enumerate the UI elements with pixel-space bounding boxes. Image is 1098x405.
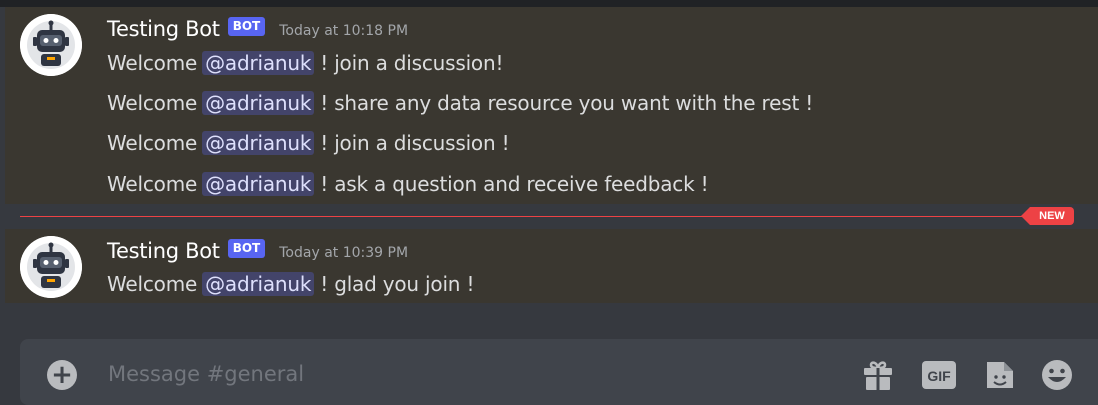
message-group: Testing Bot BOT Today at 10:18 PM Welcom…: [5, 7, 1098, 204]
message-group: Testing Bot BOT Today at 10:39 PM Welcom…: [5, 229, 1098, 303]
user-mention[interactable]: @adrianuk: [202, 91, 315, 115]
message-text: ! share any data resource you want with …: [320, 91, 814, 115]
robot-avatar-icon: [20, 14, 82, 76]
message-line: Welcome @adrianuk ! glad you join !: [107, 269, 474, 299]
robot-avatar-icon: [20, 236, 82, 298]
message-line: Welcome @adrianuk ! share any data resou…: [107, 88, 813, 118]
timestamp: Today at 10:18 PM: [279, 23, 409, 39]
gift-icon[interactable]: [861, 358, 895, 392]
username[interactable]: Testing Bot: [107, 239, 220, 263]
message-text: ! glad you join !: [320, 272, 475, 296]
message-line: Welcome @adrianuk ! ask a question and r…: [107, 169, 709, 199]
message-text: ! ask a question and receive feedback !: [320, 172, 709, 196]
bot-tag: BOT: [227, 16, 266, 36]
user-mention[interactable]: @adrianuk: [202, 131, 315, 155]
avatar[interactable]: [20, 14, 82, 76]
new-messages-divider: [20, 216, 1030, 217]
plus-icon[interactable]: +: [47, 360, 77, 390]
new-badge: NEW: [1021, 207, 1074, 225]
gif-label: GIF: [927, 368, 951, 384]
top-bar: [0, 0, 1098, 7]
message-line: Welcome @adrianuk ! join a discussion!: [107, 48, 503, 78]
message-prefix: Welcome: [107, 131, 198, 155]
user-mention[interactable]: @adrianuk: [202, 51, 315, 75]
user-mention[interactable]: @adrianuk: [202, 272, 315, 296]
message-line: Welcome @adrianuk ! join a discussion !: [107, 128, 510, 158]
message-header: Testing Bot BOT Today at 10:39 PM: [107, 237, 408, 265]
message-prefix: Welcome: [107, 51, 198, 75]
message-prefix: Welcome: [107, 91, 198, 115]
message-composer: + GIF: [20, 339, 1098, 405]
message-prefix: Welcome: [107, 172, 198, 196]
message-input[interactable]: [108, 357, 828, 391]
timestamp: Today at 10:39 PM: [279, 245, 409, 261]
message-header: Testing Bot BOT Today at 10:18 PM: [107, 15, 408, 43]
sticker-icon[interactable]: [983, 358, 1017, 392]
avatar[interactable]: [20, 236, 82, 298]
emoji-icon[interactable]: [1040, 358, 1074, 392]
bot-tag: BOT: [227, 238, 266, 258]
message-text: ! join a discussion !: [320, 131, 510, 155]
username[interactable]: Testing Bot: [107, 17, 220, 41]
message-prefix: Welcome: [107, 272, 198, 296]
gif-icon[interactable]: GIF: [922, 358, 956, 392]
user-mention[interactable]: @adrianuk: [202, 172, 315, 196]
message-text: ! join a discussion!: [320, 51, 504, 75]
